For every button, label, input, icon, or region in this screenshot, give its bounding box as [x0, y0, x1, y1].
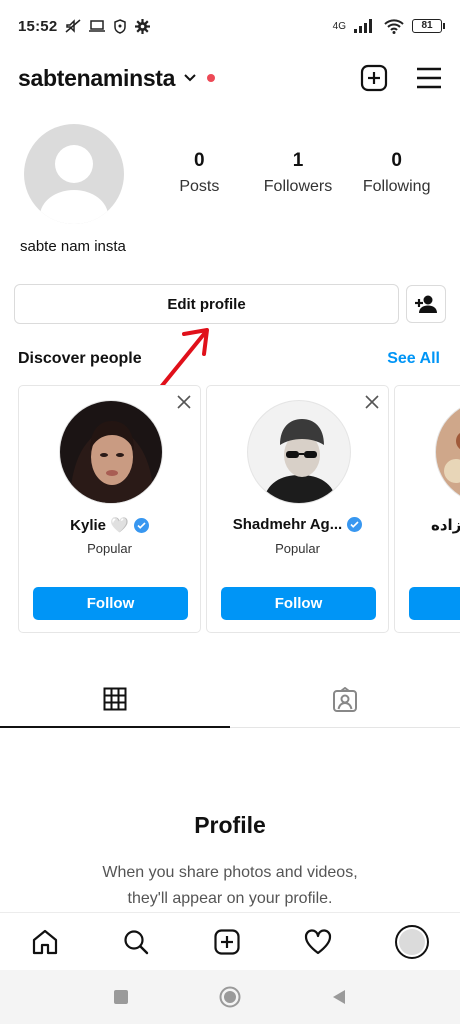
status-bar: 15:52 4G 81	[0, 0, 460, 52]
suggestion-subtitle: Popular	[87, 541, 132, 556]
suggestion-card: زاده	[394, 385, 460, 633]
system-navigation	[0, 970, 460, 1024]
see-all-link[interactable]: See All	[387, 350, 440, 368]
laptop-icon	[89, 20, 106, 32]
signal-icon	[354, 19, 372, 33]
suggestion-name-row: زاده	[395, 516, 460, 534]
status-right: 4G 81	[332, 18, 445, 34]
stat-value: 0	[194, 150, 205, 171]
suggestion-name-row: Shadmehr Ag...	[207, 516, 388, 533]
stat-followers[interactable]: 1 Followers	[249, 150, 348, 196]
avatar-photo	[436, 401, 460, 503]
empty-state-line: they'll appear on your profile.	[127, 890, 333, 907]
menu-icon[interactable]	[416, 67, 442, 89]
suggestion-name[interactable]: زاده	[431, 516, 460, 534]
profile-stats: 0 Posts 1 Followers 0 Following	[150, 150, 446, 196]
home-circle-icon[interactable]	[219, 986, 241, 1008]
stat-label: Followers	[263, 178, 333, 195]
verified-badge-icon	[347, 517, 363, 532]
empty-state-text: When you share photos and videos, they'l…	[0, 860, 460, 912]
profile-full-name: sabte nam insta	[20, 238, 126, 255]
suggestion-avatar[interactable]	[59, 400, 163, 504]
create-icon[interactable]	[213, 928, 241, 956]
follow-button[interactable]	[409, 587, 460, 620]
suggestion-avatar[interactable]	[247, 400, 351, 504]
status-time: 15:52	[18, 17, 58, 35]
avatar-photo	[248, 401, 350, 503]
home-icon[interactable]	[31, 928, 59, 956]
chevron-down-icon[interactable]	[183, 73, 197, 83]
battery-indicator: 81	[412, 19, 445, 33]
account-username[interactable]: sabtenaminsta	[18, 65, 175, 92]
suggestion-carousel[interactable]: Kylie 🤍 Popular Follow Shadmehr Ag... Po…	[18, 385, 460, 635]
network-label: 4G	[332, 20, 346, 32]
suggestion-name-row: Kylie 🤍	[19, 516, 200, 534]
follow-button[interactable]: Follow	[33, 587, 188, 620]
back-icon[interactable]	[331, 989, 347, 1005]
suggestion-card: Kylie 🤍 Popular Follow	[18, 385, 201, 633]
mute-icon	[65, 19, 81, 33]
new-post-icon[interactable]	[360, 64, 388, 92]
verified-badge-icon	[133, 517, 149, 533]
discover-title: Discover people	[18, 350, 142, 367]
grid-icon	[103, 687, 127, 711]
shield-icon	[114, 18, 127, 34]
wifi-icon	[384, 18, 404, 34]
empty-state-line: When you share photos and videos,	[102, 864, 358, 881]
suggestion-name[interactable]: Shadmehr Ag...	[233, 516, 342, 533]
suggestion-avatar[interactable]	[435, 400, 460, 504]
settings-icon	[135, 18, 151, 34]
profile-avatar[interactable]	[24, 124, 124, 224]
stat-posts[interactable]: 0 Posts	[150, 150, 249, 196]
header-actions	[360, 64, 442, 92]
bottom-navigation	[0, 912, 460, 970]
suggestion-card: Shadmehr Ag... Popular Follow	[206, 385, 389, 633]
stat-value: 0	[391, 150, 402, 171]
discover-people-button[interactable]	[406, 285, 446, 323]
avatar-photo	[60, 401, 162, 503]
empty-state-title: Profile	[194, 812, 266, 838]
avatar-image	[398, 928, 425, 955]
dismiss-icon[interactable]	[364, 394, 380, 410]
stat-following[interactable]: 0 Following	[347, 150, 446, 196]
status-icons	[65, 18, 151, 34]
profile-tabs	[0, 672, 460, 728]
stat-label: Following	[362, 178, 431, 195]
activity-heart-icon[interactable]	[304, 928, 332, 955]
stat-value: 1	[292, 150, 304, 171]
suggestion-name[interactable]: Kylie 🤍	[70, 516, 129, 534]
tab-posts-grid[interactable]	[0, 672, 230, 728]
stat-label: Posts	[179, 178, 220, 195]
profile-tab-avatar[interactable]	[394, 924, 429, 959]
default-avatar-icon	[40, 145, 108, 224]
dismiss-icon[interactable]	[176, 394, 192, 410]
suggestion-subtitle: Popular	[275, 541, 320, 556]
follow-button[interactable]: Follow	[221, 587, 376, 620]
profile-header: sabtenaminsta	[18, 58, 442, 98]
recents-icon[interactable]	[113, 989, 129, 1005]
tab-tagged[interactable]	[230, 672, 460, 728]
notification-dot	[207, 74, 216, 82]
tagged-icon	[333, 687, 357, 712]
add-person-icon	[415, 295, 437, 313]
search-icon[interactable]	[122, 928, 150, 956]
